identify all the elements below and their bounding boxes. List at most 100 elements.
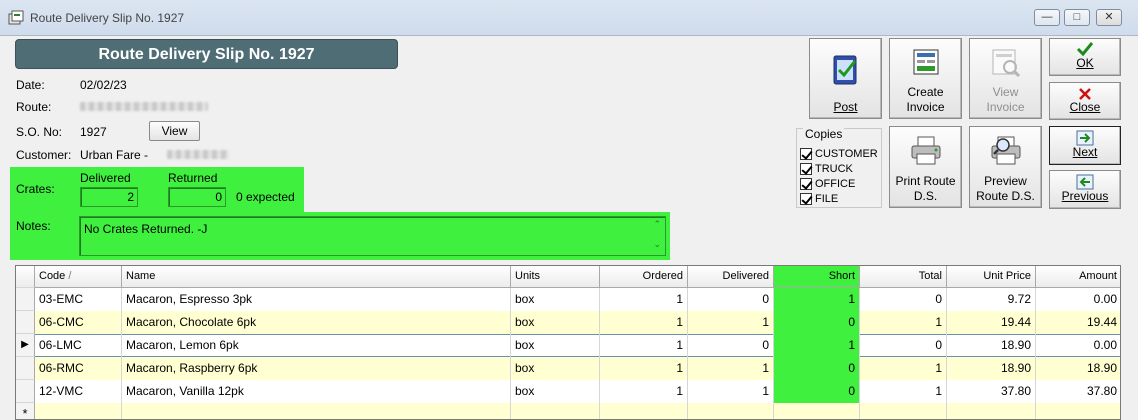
table-row[interactable]: 06-CMC Macaron, Chocolate 6pk box 1 1 0 … (16, 311, 1120, 334)
post-button[interactable]: Post (809, 38, 882, 119)
table-row[interactable]: 03-EMC Macaron, Espresso 3pk box 1 0 1 0… (16, 288, 1120, 311)
cell-total[interactable]: 1 (860, 380, 947, 403)
col-header-amount[interactable]: Amount (1036, 266, 1120, 288)
cell-amount[interactable]: 18.90 (1036, 357, 1120, 380)
cell-code[interactable]: 06-LMC (35, 334, 122, 357)
col-header-code[interactable]: Code / (35, 266, 122, 288)
cell-units[interactable]: box (511, 334, 600, 357)
cell-unit-price[interactable]: 18.90 (947, 357, 1036, 380)
cell-units[interactable]: box (511, 380, 600, 403)
cell-ordered[interactable]: 1 (600, 357, 688, 380)
col-header-unit-price[interactable]: Unit Price (947, 266, 1036, 288)
cell-ordered-new[interactable] (600, 403, 688, 419)
cell-name[interactable]: Macaron, Lemon 6pk (122, 334, 511, 357)
scroll-up-icon[interactable]: ⌃ (653, 219, 661, 230)
cell-units[interactable]: box (511, 288, 600, 311)
col-header-delivered[interactable]: Delivered (688, 266, 774, 288)
cell-short[interactable]: 0 (774, 380, 860, 403)
cell-units-new[interactable] (511, 403, 600, 419)
cell-amount[interactable]: 37.80 (1036, 380, 1120, 403)
close-button[interactable]: Close (1049, 82, 1121, 120)
table-row[interactable]: 12-VMC Macaron, Vanilla 12pk box 1 1 0 1… (16, 380, 1120, 403)
checkbox-checked-icon (800, 148, 812, 160)
copy-file-checkbox[interactable]: FILE (800, 193, 838, 205)
row-selector[interactable] (16, 380, 35, 403)
current-row-marker-icon[interactable]: ▶ (16, 334, 35, 357)
line-items-grid[interactable]: Code / Name Units Ordered Delivered Shor… (15, 265, 1121, 420)
table-row[interactable]: 06-RMC Macaron, Raspberry 6pk box 1 1 0 … (16, 357, 1120, 380)
cell-short[interactable]: 1 (774, 288, 860, 311)
copy-office-checkbox[interactable]: OFFICE (800, 178, 855, 190)
minimize-button[interactable]: — (1034, 9, 1060, 26)
cell-delivered[interactable]: 0 (688, 288, 774, 311)
cell-unit-price[interactable]: 37.80 (947, 380, 1036, 403)
view-invoice-button[interactable]: View Invoice (969, 38, 1042, 119)
close-window-button[interactable]: ✕ (1096, 9, 1122, 26)
cell-unit-price[interactable]: 18.90 (947, 334, 1036, 357)
copy-truck-checkbox[interactable]: TRUCK (800, 163, 853, 175)
cell-total[interactable]: 0 (860, 288, 947, 311)
col-header-short[interactable]: Short (774, 266, 860, 288)
cell-delivered[interactable]: 1 (688, 357, 774, 380)
previous-button[interactable]: Previous (1049, 170, 1121, 209)
maximize-button[interactable]: □ (1064, 9, 1090, 26)
cell-unit-price[interactable]: 19.44 (947, 311, 1036, 334)
copy-truck-label: TRUCK (815, 163, 853, 175)
copy-customer-checkbox[interactable]: CUSTOMER (800, 148, 878, 160)
col-header-units[interactable]: Units (511, 266, 600, 288)
col-header-name[interactable]: Name (122, 266, 511, 288)
row-selector[interactable] (16, 311, 35, 334)
cell-total[interactable]: 0 (860, 334, 947, 357)
cell-name[interactable]: Macaron, Vanilla 12pk (122, 380, 511, 403)
cell-units[interactable]: box (511, 357, 600, 380)
cell-total[interactable]: 1 (860, 357, 947, 380)
cell-amount[interactable]: 0.00 (1036, 334, 1120, 357)
row-selector[interactable] (16, 288, 35, 311)
cell-delivered[interactable]: 1 (688, 380, 774, 403)
print-route-button[interactable]: Print Route D.S. (889, 126, 962, 208)
cell-short-new[interactable] (774, 403, 860, 419)
col-header-ordered[interactable]: Ordered (600, 266, 688, 288)
col-header-total[interactable]: Total (860, 266, 947, 288)
cell-ordered[interactable]: 1 (600, 311, 688, 334)
returned-crates-input[interactable]: 0 (168, 187, 226, 207)
scroll-down-icon[interactable]: ⌄ (653, 239, 661, 250)
table-row-current[interactable]: ▶ 06-LMC Macaron, Lemon 6pk box 1 0 1 0 … (16, 334, 1120, 357)
cell-units[interactable]: box (511, 311, 600, 334)
cell-name[interactable]: Macaron, Chocolate 6pk (122, 311, 511, 334)
cell-short[interactable]: 0 (774, 357, 860, 380)
row-selector[interactable] (16, 357, 35, 380)
cell-name[interactable]: Macaron, Espresso 3pk (122, 288, 511, 311)
cell-delivered[interactable]: 1 (688, 311, 774, 334)
cell-amount[interactable]: 0.00 (1036, 288, 1120, 311)
next-button[interactable]: Next (1049, 126, 1121, 165)
cell-amount[interactable]: 19.44 (1036, 311, 1120, 334)
cell-ordered[interactable]: 1 (600, 288, 688, 311)
cell-delivered[interactable]: 0 (688, 334, 774, 357)
cell-total[interactable]: 1 (860, 311, 947, 334)
cell-code[interactable]: 06-RMC (35, 357, 122, 380)
notes-textarea[interactable]: No Crates Returned. -J ⌃ ⌄ (79, 216, 666, 256)
cell-code[interactable]: 03-EMC (35, 288, 122, 311)
cell-ordered[interactable]: 1 (600, 334, 688, 357)
cell-name[interactable]: Macaron, Raspberry 6pk (122, 357, 511, 380)
cell-code-new[interactable] (35, 403, 122, 419)
ok-button[interactable]: OK (1049, 38, 1121, 76)
cell-ordered[interactable]: 1 (600, 380, 688, 403)
cell-unit-price-new[interactable] (947, 403, 1036, 419)
cell-total-new[interactable] (860, 403, 947, 419)
cell-short[interactable]: 1 (774, 334, 860, 357)
cell-name-new[interactable] (122, 403, 511, 419)
cell-unit-price[interactable]: 9.72 (947, 288, 1036, 311)
preview-route-button[interactable]: Preview Route D.S. (969, 126, 1042, 208)
cell-amount-new[interactable] (1036, 403, 1120, 419)
cell-short[interactable]: 0 (774, 311, 860, 334)
table-row-new[interactable]: * (16, 403, 1120, 419)
new-row-asterisk-icon[interactable]: * (16, 403, 35, 419)
delivered-crates-input[interactable]: 2 (80, 187, 138, 207)
cell-code[interactable]: 06-CMC (35, 311, 122, 334)
cell-code[interactable]: 12-VMC (35, 380, 122, 403)
create-invoice-button[interactable]: Create Invoice (889, 38, 962, 119)
cell-delivered-new[interactable] (688, 403, 774, 419)
view-so-button[interactable]: View (149, 121, 200, 141)
